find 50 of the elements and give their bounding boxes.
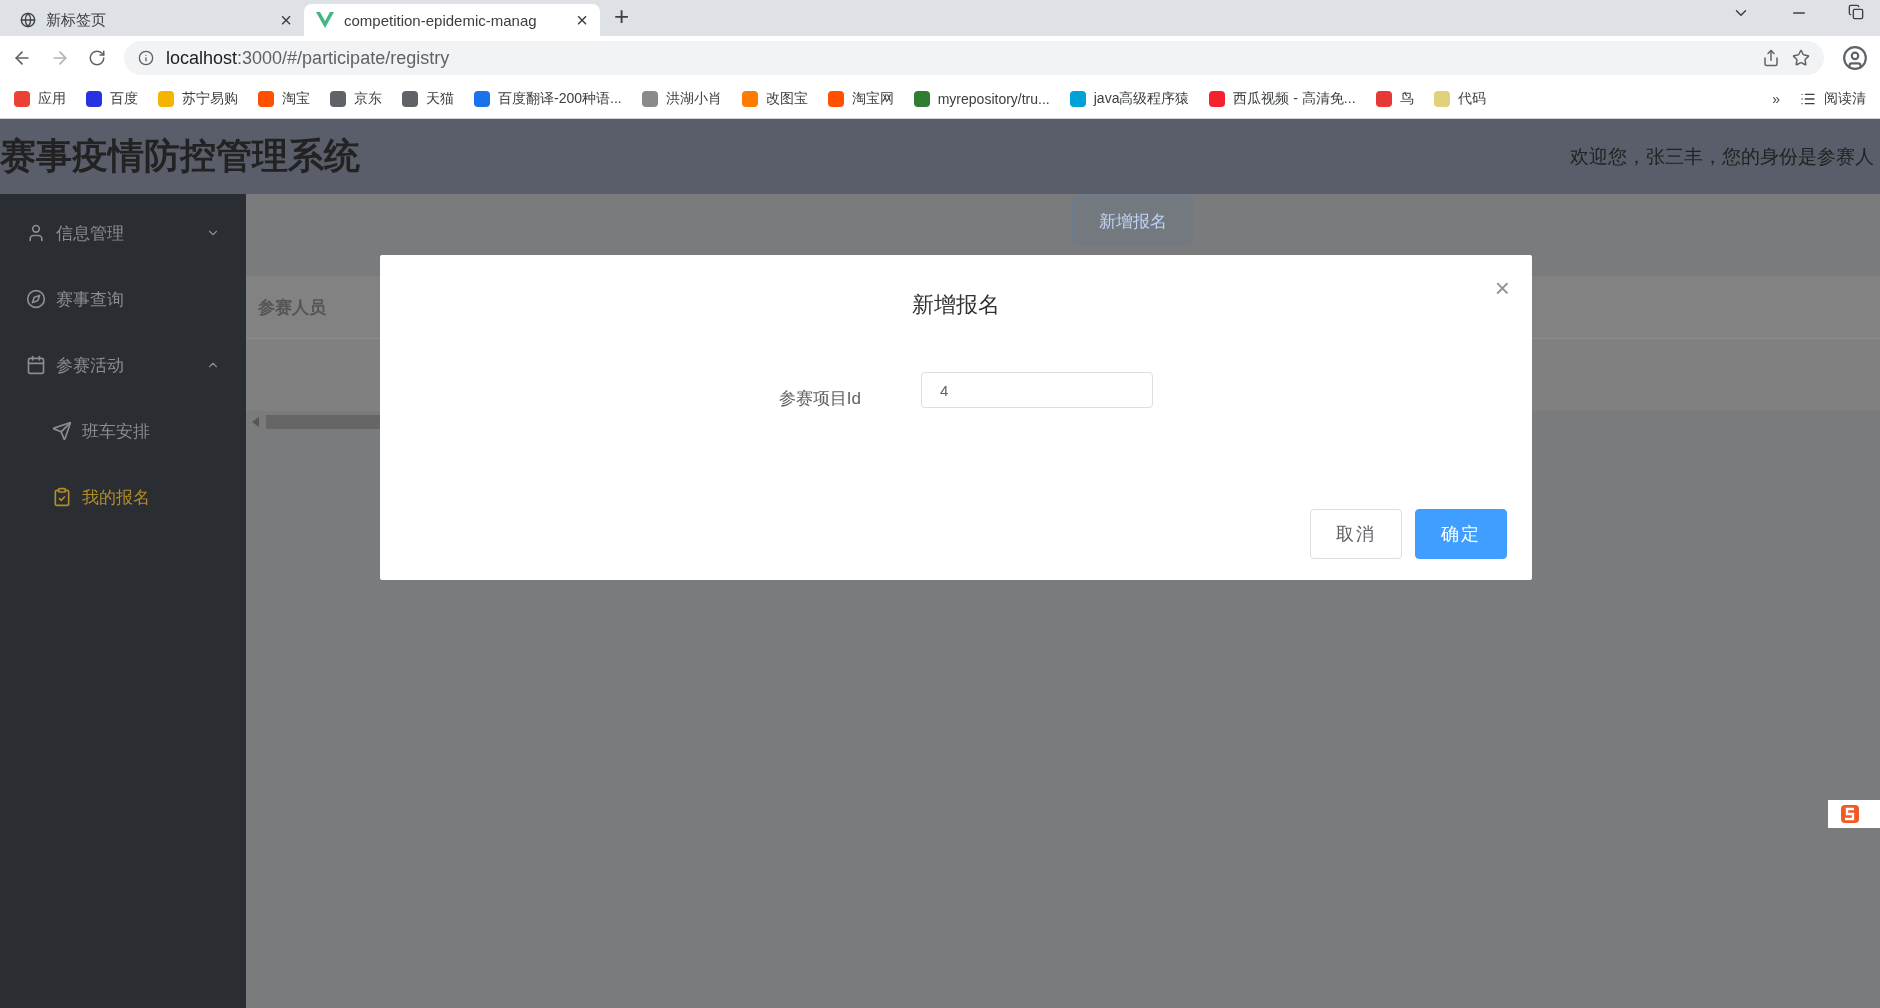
reload-icon[interactable]	[88, 49, 106, 67]
v-logo-icon	[316, 12, 334, 28]
welcome-text: 欢迎您，张三丰，您的身份是参赛人	[1570, 144, 1874, 169]
bookmark[interactable]: 鸟	[1375, 90, 1414, 108]
bookmark[interactable]: 百度	[86, 90, 138, 108]
bookmark[interactable]: 淘宝	[258, 90, 310, 108]
sidebar-item[interactable]: 班车安排	[0, 398, 246, 464]
send-icon	[52, 421, 72, 441]
globe-icon	[20, 12, 36, 28]
clipboard-icon	[52, 487, 72, 507]
restore-icon[interactable]	[1848, 4, 1864, 20]
star-icon[interactable]	[1792, 49, 1810, 67]
ime-logo-icon	[1840, 804, 1860, 824]
more-bookmarks-button[interactable]: »	[1772, 91, 1780, 107]
sidebar-item[interactable]: 信息管理	[0, 200, 246, 266]
bookmark[interactable]: 淘宝网	[827, 90, 894, 108]
field-label: 参赛项目Id	[777, 387, 861, 410]
compass-icon	[26, 289, 46, 309]
sidebar-item[interactable]: 参赛活动	[0, 332, 246, 398]
cancel-button[interactable]: 取消	[1310, 509, 1402, 559]
bookmark[interactable]: java高级程序猿	[1069, 90, 1190, 108]
address-bar[interactable]: localhost:3000/#/participate/registry	[124, 41, 1824, 75]
bookmark[interactable]: 百度翻译-200种语...	[474, 90, 622, 108]
new-tab-button[interactable]: +	[614, 1, 630, 32]
list-icon	[1800, 91, 1816, 107]
share-icon[interactable]	[1762, 49, 1780, 67]
bookmark[interactable]: 应用	[14, 90, 66, 108]
bookmark[interactable]: 天猫	[402, 90, 454, 108]
sidebar-item[interactable]: 赛事查询	[0, 266, 246, 332]
project-id-field[interactable]: 4	[921, 372, 1153, 408]
info-icon	[138, 50, 154, 66]
close-tab-button[interactable]: ×	[576, 8, 588, 32]
reading-list-button[interactable]: 阅读清	[1800, 90, 1866, 108]
user-icon	[26, 223, 46, 243]
bookmark[interactable]: 京东	[330, 90, 382, 108]
bookmark[interactable]: myrepository/tru...	[913, 91, 1050, 107]
browser-tab[interactable]: competition-epidemic-manag ×	[304, 4, 600, 36]
close-tab-button[interactable]: ×	[280, 8, 292, 32]
sidebar-item[interactable]: 我的报名	[0, 464, 246, 530]
calendar-icon	[26, 355, 46, 375]
bookmark[interactable]: 洪湖小肖	[641, 90, 722, 108]
app-title: 赛事疫情防控管理系统	[0, 134, 360, 178]
bookmark[interactable]: 西瓜视频 - 高清免...	[1209, 90, 1356, 108]
dialog-title: 新增报名	[912, 291, 1000, 319]
bookmark[interactable]: 代码	[1433, 90, 1486, 108]
profile-icon[interactable]	[1842, 45, 1868, 71]
browser-tab[interactable]: 新标签页 ×	[8, 4, 304, 36]
ime-toolbar[interactable]	[1828, 800, 1880, 828]
bookmark[interactable]: 改图宝	[741, 90, 808, 108]
bookmark[interactable]: 苏宁易购	[158, 90, 238, 108]
